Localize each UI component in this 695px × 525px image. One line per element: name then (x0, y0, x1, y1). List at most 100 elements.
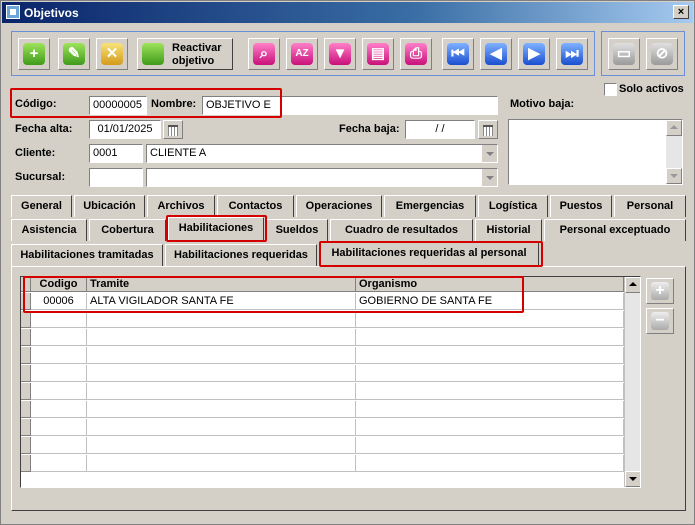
save-icon: ▭ (613, 43, 635, 65)
memo-scrollbar[interactable] (666, 120, 682, 184)
row-indicator-header (21, 277, 31, 292)
first-record-button[interactable]: ⏮ (442, 38, 474, 70)
objetivos-window: Objetivos × + ✎ ✕ Reactivar objetivo ⌕ A… (0, 0, 695, 525)
report-button[interactable]: ▤ (362, 38, 394, 70)
search-icon: ⌕ (253, 43, 275, 65)
save-button[interactable]: ▭ (608, 38, 640, 70)
subtab-habilitaciones-requeridas-al-personal[interactable]: Habilitaciones requeridas al personal (319, 242, 539, 266)
cliente-code-field[interactable]: 0001 (89, 144, 143, 163)
fecha-alta-calendar-icon[interactable] (163, 120, 183, 139)
column-header-tramite[interactable]: Tramite (87, 277, 356, 292)
previous-icon: ◀ (485, 43, 507, 65)
tab-operaciones[interactable]: Operaciones (296, 195, 382, 217)
edit-button[interactable]: ✎ (58, 38, 90, 70)
table-row-empty[interactable] (21, 311, 624, 328)
tab-puestos[interactable]: Puestos (550, 195, 612, 217)
column-header-organismo[interactable]: Organismo (356, 277, 624, 292)
reactivate-icon (142, 43, 164, 65)
table-row-empty[interactable] (21, 455, 624, 472)
tab-historial[interactable]: Historial (475, 219, 542, 241)
cell-organismo[interactable]: GOBIERNO DE SANTA FE (356, 293, 624, 310)
table-row[interactable]: 00006 ALTA VIGILADOR SANTA FE GOBIERNO D… (21, 293, 624, 310)
table-row-empty[interactable] (21, 419, 624, 436)
tab-ubicacion[interactable]: Ubicación (74, 195, 145, 217)
tab-asistencia[interactable]: Asistencia (11, 219, 87, 241)
plus-icon: + (651, 282, 669, 300)
close-button[interactable]: × (673, 5, 689, 19)
sucursal-select[interactable] (146, 168, 498, 187)
tab-logistica[interactable]: Logística (478, 195, 548, 217)
scroll-up-icon[interactable] (625, 277, 640, 293)
chevron-down-icon[interactable] (481, 169, 497, 186)
tab-contactos[interactable]: Contactos (217, 195, 294, 217)
table-row-empty[interactable] (21, 329, 624, 346)
fecha-baja-label: Fecha baja: (339, 123, 400, 135)
delete-doc-icon: ✕ (101, 43, 123, 65)
tab-habilitaciones[interactable]: Habilitaciones (168, 217, 264, 241)
cancel-button[interactable]: ⊘ (646, 38, 678, 70)
scroll-down-icon[interactable] (625, 471, 640, 487)
filter-icon: ▼ (329, 43, 351, 65)
table-row-empty[interactable] (21, 437, 624, 454)
fecha-baja-calendar-icon[interactable] (478, 120, 498, 139)
tab-general[interactable]: General (11, 195, 72, 217)
sort-button[interactable]: AZ (286, 38, 318, 70)
fecha-alta-label: Fecha alta: (15, 123, 73, 135)
tab-cobertura[interactable]: Cobertura (89, 219, 166, 241)
previous-record-button[interactable]: ◀ (480, 38, 512, 70)
grid-scrollbar[interactable] (624, 277, 640, 487)
main-toolbar: + ✎ ✕ Reactivar objetivo ⌕ AZ ▼ ▤ ⎙ ⏮ ◀ … (11, 31, 595, 76)
table-row-empty[interactable] (21, 365, 624, 382)
pencil-icon: ✎ (63, 43, 85, 65)
reactivar-objetivo-button[interactable]: Reactivar objetivo (137, 38, 233, 70)
cliente-select-value: CLIENTE A (150, 147, 207, 159)
filter-button[interactable]: ▼ (324, 38, 356, 70)
nombre-field[interactable]: OBJETIVO E (202, 96, 498, 115)
cell-codigo[interactable]: 00006 (31, 293, 87, 310)
tab-personal-exceptuado[interactable]: Personal exceptuado (544, 219, 686, 241)
add-row-button[interactable]: + (646, 278, 674, 304)
subtab-habilitaciones-requeridas[interactable]: Habilitaciones requeridas (165, 244, 317, 266)
reactivar-label-line1: Reactivar (172, 42, 222, 54)
fecha-baja-field[interactable]: / / (405, 120, 475, 139)
last-record-button[interactable]: ⏭ (556, 38, 588, 70)
table-row-empty[interactable] (21, 383, 624, 400)
sucursal-label: Sucursal: (15, 171, 66, 183)
column-header-codigo[interactable]: Codigo (31, 277, 87, 292)
memo-scroll-up-icon[interactable] (666, 120, 682, 136)
next-record-button[interactable]: ▶ (518, 38, 550, 70)
table-row-empty[interactable] (21, 401, 624, 418)
fecha-alta-field[interactable]: 01/01/2025 (89, 120, 161, 139)
tab-cuadro-de-resultados[interactable]: Cuadro de resultados (330, 219, 473, 241)
print-button[interactable]: ⎙ (400, 38, 432, 70)
title-bar: Objetivos × (2, 2, 693, 23)
search-button[interactable]: ⌕ (248, 38, 280, 70)
last-icon: ⏭ (561, 43, 583, 65)
remove-row-button[interactable]: − (646, 308, 674, 334)
cell-tramite[interactable]: ALTA VIGILADOR SANTA FE (87, 293, 356, 310)
first-icon: ⏮ (447, 43, 469, 65)
next-icon: ▶ (523, 43, 545, 65)
tab-emergencias[interactable]: Emergencias (384, 195, 476, 217)
sucursal-code-field[interactable] (89, 168, 143, 187)
tab-archivos[interactable]: Archivos (147, 195, 215, 217)
tab-personal[interactable]: Personal (614, 195, 686, 217)
grid-header: Codigo Tramite Organismo (21, 277, 624, 292)
delete-button[interactable]: ✕ (96, 38, 128, 70)
tab-sueldos[interactable]: Sueldos (266, 219, 328, 241)
motivo-baja-memo[interactable] (508, 119, 683, 185)
add-button[interactable]: + (18, 38, 50, 70)
table-row-empty[interactable] (21, 347, 624, 364)
clipboard-icon: ▤ (367, 43, 389, 65)
row-indicator[interactable] (21, 293, 31, 310)
codigo-field[interactable]: 00000005 (89, 96, 147, 115)
chevron-down-icon[interactable] (481, 145, 497, 162)
solo-activos-checkbox[interactable] (604, 83, 617, 96)
solo-activos-label: Solo activos (619, 83, 684, 95)
printer-icon: ⎙ (405, 43, 427, 65)
memo-scroll-down-icon[interactable] (666, 168, 682, 184)
reactivar-label-line2: objetivo (172, 55, 215, 67)
cliente-select[interactable]: CLIENTE A (146, 144, 498, 163)
plus-icon: + (23, 43, 45, 65)
subtab-habilitaciones-tramitadas[interactable]: Habilitaciones tramitadas (11, 244, 163, 266)
